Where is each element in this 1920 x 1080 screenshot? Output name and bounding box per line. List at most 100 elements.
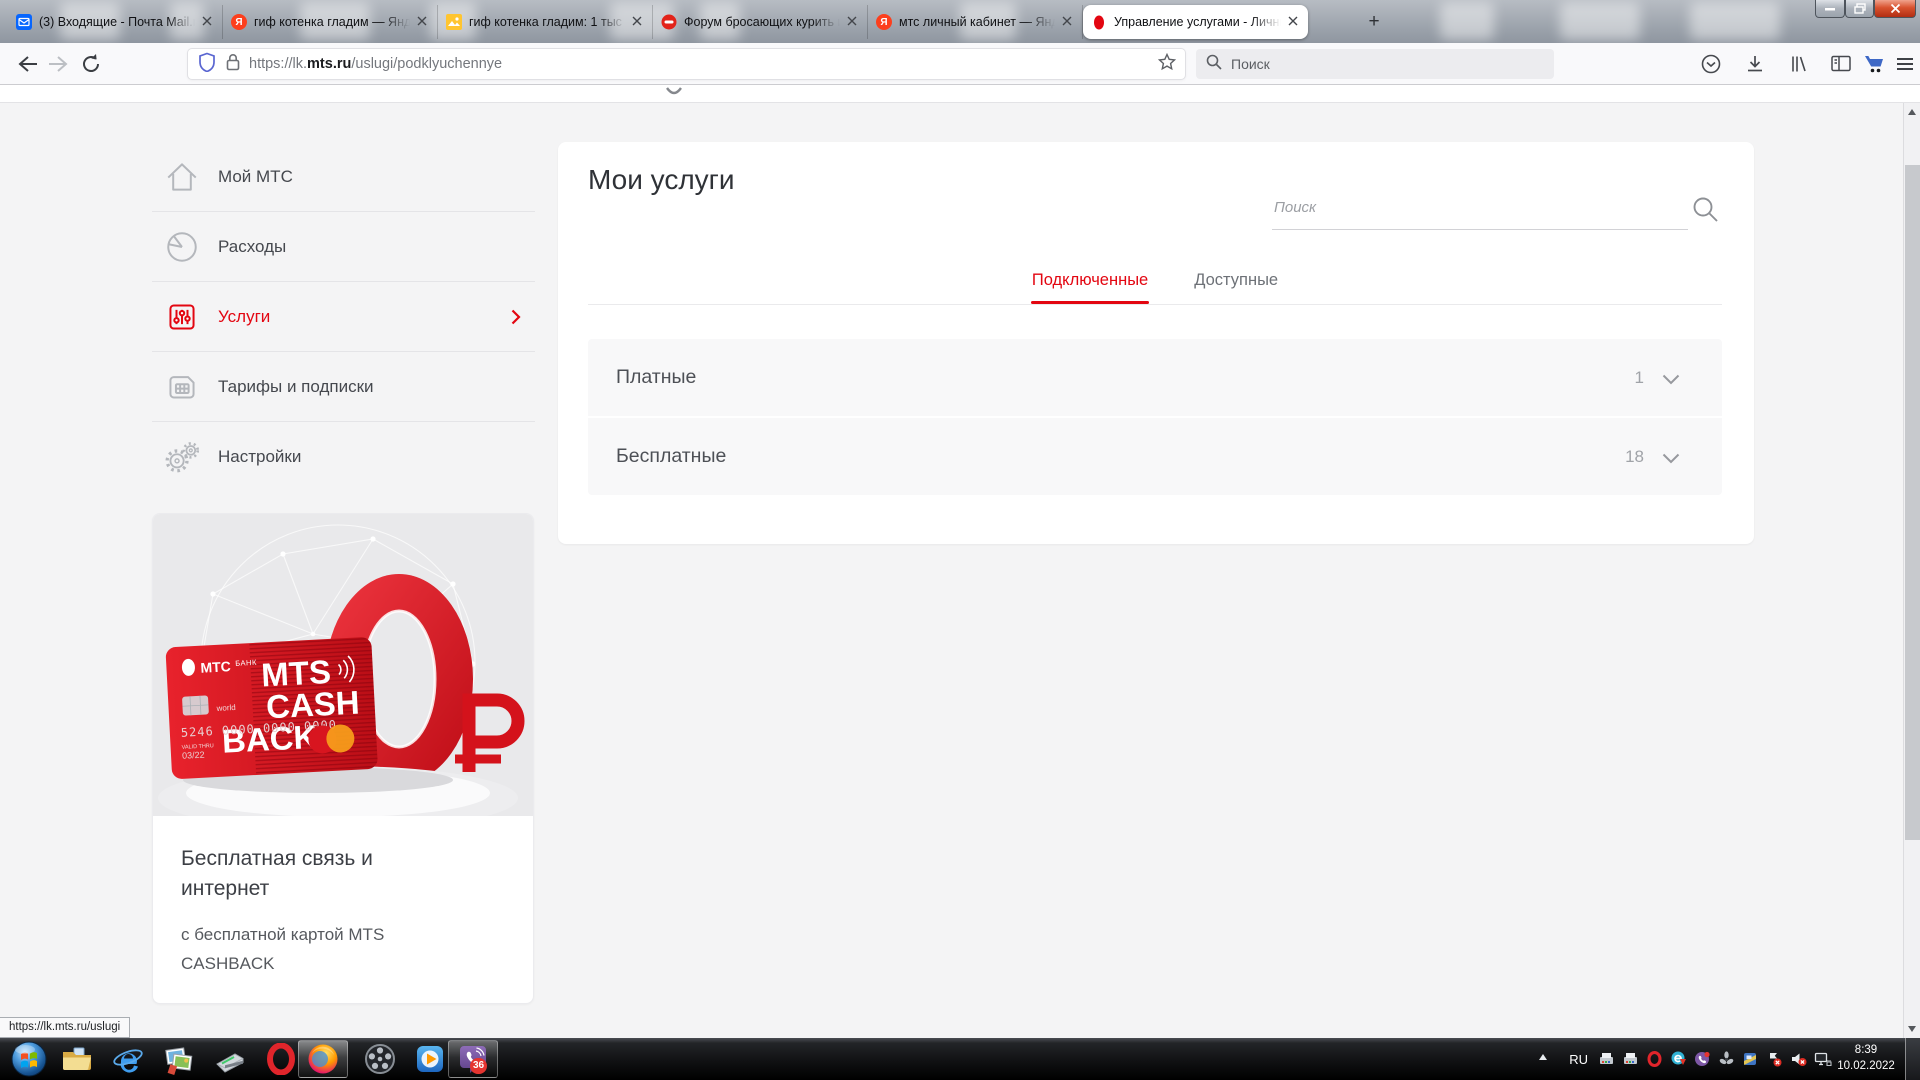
services-search-input[interactable] [1272,198,1656,217]
accordion-row-free[interactable]: Бесплатные 18 [588,416,1722,495]
tab-close-icon[interactable] [202,15,214,29]
ruble-sign [455,693,525,772]
chevron-down-icon[interactable] [1662,374,1680,385]
new-tab-button[interactable]: + [1360,8,1388,36]
windows-taskbar: 36 RU 8:39 10.02.2022 [0,1038,1920,1080]
tab-title: гиф котенка гладим: 1 тыс изо [469,15,625,29]
taskbar-firefox-icon-active[interactable] [298,1040,348,1078]
download-icon[interactable] [1740,49,1770,79]
promo-body: Бесплатная связь и интернет с бесплатной… [153,816,533,978]
sidebar-item-settings[interactable]: Настройки [152,421,535,491]
url-domain: mts.ru [307,56,352,72]
clock-date: 10.02.2022 [1837,1060,1895,1072]
tray-browser-alert-icon[interactable] [1670,1051,1687,1067]
mastercard-icon [308,724,355,754]
glass-blur-blob [1690,2,1780,40]
library-icon[interactable] [1784,49,1814,79]
menu-hamburger-icon[interactable] [1890,49,1920,79]
tray-printer-icon[interactable] [1598,1051,1615,1067]
taskbar-explorer-icon[interactable] [52,1040,102,1078]
svg-text:03/22: 03/22 [182,750,205,761]
mail-icon [16,14,32,30]
clock-time: 8:39 [1854,1044,1878,1056]
accordion-row-paid[interactable]: Платные 1 [588,339,1722,416]
address-bar[interactable]: https://lk.mts.ru/uslugi/podklyuchennye [188,49,1185,79]
tab-connected[interactable]: Подключенные [1030,271,1150,304]
tab-close-icon[interactable] [1062,15,1074,29]
tab-image-results[interactable]: гиф котенка гладим: 1 тыс изо [438,5,653,39]
tab-close-icon[interactable] [417,15,429,29]
services-search-field[interactable] [1272,198,1688,230]
services-card: Мои услуги Подключенные Доступные Платны… [558,142,1754,544]
forward-button[interactable] [44,49,74,79]
promo-banner[interactable]: МТС БАНК MTS CASH BACK world 5246 0000 0… [152,513,534,1004]
group-label: Бесплатные [616,445,727,467]
promo-title: Бесплатная связь и интернет [181,847,373,900]
sidebar-item-label: Расходы [218,236,287,256]
tray-printer-icon[interactable] [1622,1051,1639,1067]
taskbar-film-reel-icon[interactable] [355,1040,405,1078]
taskbar-ie-icon[interactable] [103,1040,153,1078]
group-label: Платные [616,366,697,388]
show-desktop-button[interactable] [1905,1038,1920,1080]
services-accordion: Платные 1 Бесплатные 18 [588,339,1722,495]
browser-toolbar: https://lk.mts.ru/uslugi/podklyuchennye [0,43,1920,85]
sidebar-item-tariffs[interactable]: Тарифы и подписки [152,351,535,421]
tab-yandex-mts-search[interactable]: Я мтс личный кабинет — Яндекс [868,5,1083,39]
restore-button[interactable] [1845,0,1874,18]
taskbar-clock[interactable]: 8:39 10.02.2022 [1830,1042,1902,1074]
scroll-down-arrow[interactable] [1908,1026,1916,1032]
sidebar-item-label: Услуги [218,306,271,326]
taskbar-photo-viewer-icon[interactable] [154,1040,204,1078]
tab-close-icon[interactable] [1288,15,1300,29]
glass-blur-blob [1440,2,1494,40]
yandex-icon: Я [231,14,247,30]
show-hidden-icons-arrow[interactable] [1539,1054,1547,1060]
scrollbar-thumb[interactable] [1905,165,1920,840]
tab-yandex-gif-search[interactable]: Я гиф котенка гладим — Яндекс [223,5,438,39]
language-indicator[interactable]: RU [1569,1052,1588,1067]
tray-fan-icon[interactable] [1718,1051,1735,1067]
tray-opera-icon[interactable] [1646,1051,1663,1067]
tab-mail-inbox[interactable]: (3) Входящие - Почта Mail.ru [8,5,223,39]
lock-icon[interactable] [225,52,241,77]
back-button[interactable] [12,49,42,79]
tray-card-reader-icon[interactable] [1742,1051,1759,1067]
search-bar[interactable] [1196,49,1554,79]
sliders-icon [169,303,195,330]
sidebar-item-expenses[interactable]: Расходы [152,211,535,281]
tray-volume-muted-icon[interactable] [1790,1051,1807,1067]
sidebars-icon[interactable] [1826,49,1856,79]
bookmark-star-icon[interactable] [1157,52,1177,76]
close-button[interactable] [1874,0,1916,18]
tracking-shield-icon[interactable] [198,52,216,77]
home-icon [167,162,197,191]
account-sidebar: Мой МТС Расходы Услуги Тарифы и подписки… [152,142,535,491]
taskbar-scanner-icon[interactable] [205,1040,255,1078]
tab-mts-services-active[interactable]: Управление услугами - Личны [1083,5,1308,39]
search-input[interactable] [1229,55,1513,73]
yandex-icon: Я [876,14,892,30]
tab-list: (3) Входящие - Почта Mail.ru Я гиф котен… [8,5,1308,43]
shopping-cart-extension-icon[interactable] [1860,49,1890,79]
tab-quit-smoking-forum[interactable]: Форум бросающих курить и п [653,5,868,39]
promo-subtitle: с бесплатной картой MTS CASHBACK [181,925,385,973]
minimize-button[interactable] [1815,0,1845,18]
tray-flag-problem-icon[interactable] [1766,1051,1783,1067]
search-icon[interactable] [1692,196,1720,224]
tab-close-icon[interactable] [632,15,644,29]
tab-close-icon[interactable] [847,15,859,29]
sidebar-item-services[interactable]: Услуги [152,281,535,351]
tray-viber-icon[interactable] [1694,1051,1711,1067]
start-button[interactable] [4,1040,54,1078]
tab-available[interactable]: Доступные [1194,271,1278,304]
svg-text:МТС: МТС [200,658,231,676]
pocket-icon[interactable] [1696,49,1726,79]
sidebar-item-my-mts[interactable]: Мой МТС [152,142,535,211]
reload-button[interactable] [76,49,106,79]
page-scrollbar[interactable] [1903,103,1920,1038]
chevron-down-icon[interactable] [1662,453,1680,464]
taskbar-viber-icon[interactable]: 36 [448,1040,498,1078]
scroll-up-arrow[interactable] [1908,109,1916,115]
search-icon [1206,54,1222,75]
